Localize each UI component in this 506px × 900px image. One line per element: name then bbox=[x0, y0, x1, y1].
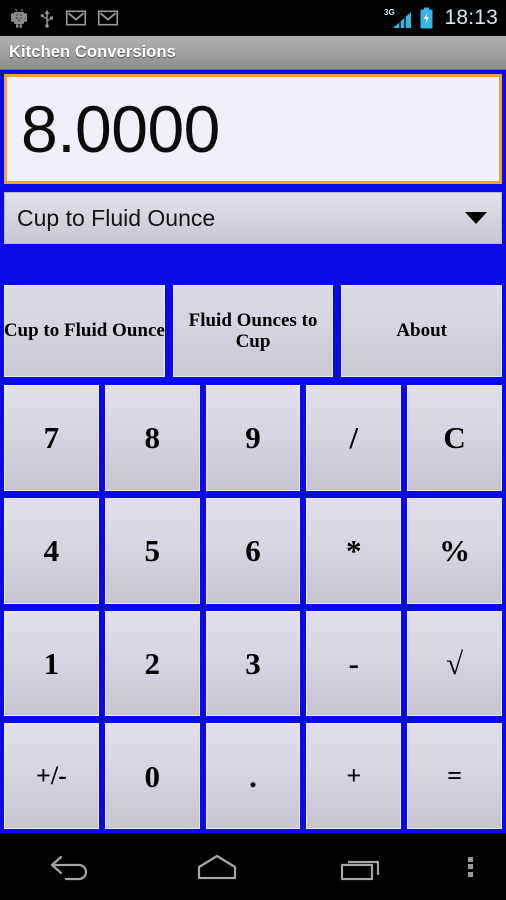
back-arrow-icon bbox=[51, 855, 88, 880]
key-decimal[interactable]: . bbox=[205, 723, 301, 829]
nav-back-button[interactable] bbox=[0, 852, 145, 882]
key-7[interactable]: 7 bbox=[4, 385, 99, 491]
tab-about[interactable]: About bbox=[341, 285, 503, 377]
home-icon bbox=[197, 854, 237, 879]
conversion-spinner-label: Cup to Fluid Ounce bbox=[17, 204, 216, 231]
conversion-spinner[interactable]: Cup to Fluid Ounce bbox=[4, 192, 502, 244]
key-multiply[interactable]: * bbox=[306, 497, 402, 604]
status-bar-notifications bbox=[10, 8, 118, 28]
android-robot-icon bbox=[11, 8, 27, 28]
usb-icon bbox=[40, 10, 53, 28]
gmail-icon bbox=[66, 10, 86, 26]
title-bar: Kitchen Conversions bbox=[0, 36, 506, 70]
overflow-menu-icon bbox=[467, 854, 473, 879]
key-1[interactable]: 1 bbox=[4, 610, 99, 717]
status-bar: 3G 18:13 bbox=[0, 0, 506, 36]
value-display-field[interactable]: 8.0000 bbox=[4, 74, 502, 184]
chevron-down-icon bbox=[465, 212, 487, 224]
keypad: 7 8 9 / C 4 5 6 * % 1 2 3 - √ +/- 0 . + … bbox=[4, 385, 502, 833]
key-percent[interactable]: % bbox=[407, 497, 502, 604]
key-plus[interactable]: + bbox=[306, 723, 402, 829]
menu-dot bbox=[467, 871, 473, 877]
key-divide[interactable]: / bbox=[306, 385, 402, 491]
app-root: 3G 18:13 Kitchen Conversions 8.0000 Cup … bbox=[0, 0, 506, 900]
battery-charging-icon bbox=[420, 7, 433, 29]
key-0[interactable]: 0 bbox=[104, 723, 200, 829]
key-sqrt[interactable]: √ bbox=[407, 610, 502, 717]
signal-bars-icon: 3G bbox=[384, 8, 412, 28]
gmail-icon bbox=[98, 10, 118, 26]
key-5[interactable]: 5 bbox=[104, 497, 200, 604]
conversion-tab-row: Cup to Fluid Ounce Fluid Ounces to Cup A… bbox=[4, 285, 503, 377]
key-clear[interactable]: C bbox=[407, 385, 502, 491]
key-4[interactable]: 4 bbox=[4, 497, 99, 604]
menu-dot bbox=[467, 864, 473, 869]
tab-fluid-ounces-to-cup[interactable]: Fluid Ounces to Cup bbox=[172, 285, 334, 377]
key-minus[interactable]: - bbox=[306, 610, 402, 717]
nav-overflow-menu-button[interactable] bbox=[434, 854, 506, 879]
key-sign[interactable]: +/- bbox=[4, 723, 99, 829]
menu-dot bbox=[467, 856, 473, 862]
svg-text:3G: 3G bbox=[384, 8, 395, 17]
nav-recents-button[interactable] bbox=[289, 851, 434, 883]
status-bar-clock: 18:13 bbox=[444, 6, 498, 29]
key-3[interactable]: 3 bbox=[205, 610, 301, 717]
main-content: 8.0000 Cup to Fluid Ounce Cup to Fluid O… bbox=[0, 70, 506, 833]
android-navigation-bar bbox=[0, 833, 506, 900]
recents-icon bbox=[340, 860, 379, 880]
key-6[interactable]: 6 bbox=[205, 497, 301, 604]
display-value: 8.0000 bbox=[21, 92, 220, 166]
key-2[interactable]: 2 bbox=[104, 610, 200, 717]
key-equals[interactable]: = bbox=[407, 723, 502, 829]
tab-cup-to-fluid-ounce[interactable]: Cup to Fluid Ounce bbox=[4, 285, 165, 377]
key-9[interactable]: 9 bbox=[205, 385, 301, 491]
page-title: Kitchen Conversions bbox=[9, 43, 176, 61]
status-bar-system: 3G 18:13 bbox=[384, 6, 498, 30]
key-8[interactable]: 8 bbox=[104, 385, 200, 491]
nav-home-button[interactable] bbox=[145, 851, 290, 883]
